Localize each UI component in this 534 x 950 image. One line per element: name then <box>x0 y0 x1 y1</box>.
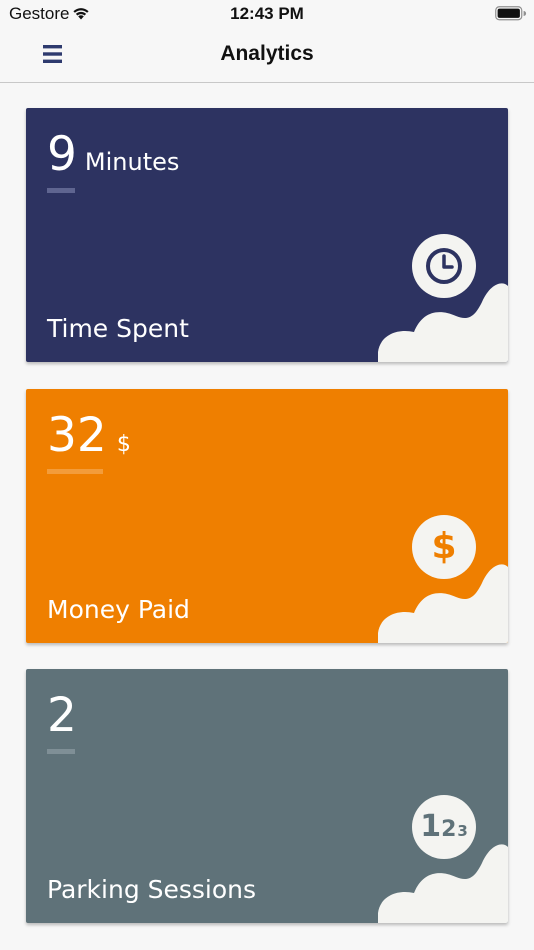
card-value: 2 <box>47 688 77 743</box>
navigation-bar: Analytics <box>0 30 534 83</box>
clock-icon <box>412 234 476 298</box>
card-value-row: 9 Minutes <box>47 126 179 184</box>
card-value: 32 <box>47 408 107 463</box>
card-label: Time Spent <box>47 314 189 343</box>
card-label: Money Paid <box>47 595 190 624</box>
card-label: Parking Sessions <box>47 875 257 904</box>
card-value: 9 <box>47 127 77 182</box>
card-value-row: 2 <box>47 687 85 745</box>
battery-icon <box>495 6 527 21</box>
value-underline <box>47 469 103 474</box>
card-unit: $ <box>116 432 131 457</box>
card-unit: Minutes <box>84 148 180 176</box>
value-underline <box>47 188 75 193</box>
page-title: Analytics <box>220 42 314 65</box>
dollar-icon: $ <box>412 515 476 579</box>
parking-sessions-card[interactable]: 2 Parking Sessions 123 <box>26 669 508 923</box>
time-spent-card[interactable]: 9 Minutes Time Spent <box>26 108 508 362</box>
value-underline <box>47 749 75 754</box>
status-time: 12:43 PM <box>230 4 304 23</box>
card-value-row: 32 $ <box>47 407 131 465</box>
money-paid-card[interactable]: 32 $ Money Paid $ <box>26 389 508 643</box>
status-bar: Gestore 12:43 PM <box>0 0 534 30</box>
numbers-123-icon: 123 <box>412 795 476 859</box>
